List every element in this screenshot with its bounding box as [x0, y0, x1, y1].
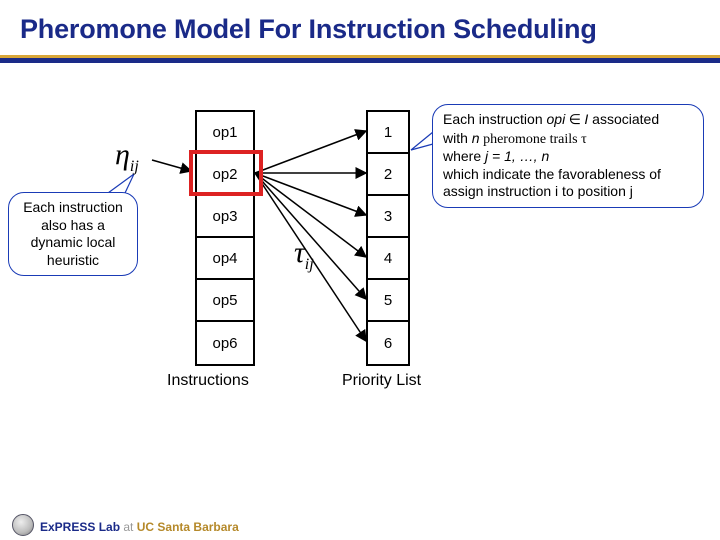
callout-right-text: where: [443, 148, 485, 164]
divider-navy: [0, 58, 720, 63]
op-cell: op6: [197, 322, 253, 364]
op-cell: op3: [197, 196, 253, 238]
priority-cell: 1: [368, 112, 408, 154]
eta-symbol: ηij: [115, 138, 139, 176]
callout-right-opi: opi: [547, 111, 566, 127]
page-title: Pheromone Model For Instruction Scheduli…: [0, 0, 720, 55]
footer-lab: ExPRESS Lab at UC Santa Barbara: [40, 520, 239, 534]
callout-right-n: n: [472, 130, 480, 146]
priority-label: Priority List: [342, 372, 421, 390]
tau-sub: ij: [305, 256, 314, 273]
callout-right-text: with: [443, 130, 472, 146]
eta-sub: ij: [130, 158, 139, 175]
tau-symbol: τij: [294, 236, 314, 274]
priority-column: 1 2 3 4 5 6: [366, 110, 410, 366]
seal-icon: [12, 514, 34, 536]
diagram-stage: ηij τij op1 op2 op3 op4 op5 op6 1 2 3 4 …: [0, 72, 720, 502]
footer: ExPRESS Lab at UC Santa Barbara: [0, 510, 720, 540]
callout-right-text: pheromone trails τ: [480, 132, 587, 147]
callout-right-text: which indicate the favorableness of assi…: [443, 166, 661, 200]
callout-left: Each instruction also has a dynamic loca…: [8, 192, 138, 276]
footer-ucsb: UC Santa Barbara: [137, 520, 239, 534]
tau-char: τ: [294, 236, 305, 269]
priority-cell: 3: [368, 196, 408, 238]
instructions-column: op1 op2 op3 op4 op5 op6: [195, 110, 255, 366]
eta-char: η: [115, 138, 130, 171]
op-cell: op5: [197, 280, 253, 322]
callout-right-in: ∈: [565, 113, 584, 128]
priority-cell: 6: [368, 322, 408, 364]
op-cell: op4: [197, 238, 253, 280]
footer-at: at: [120, 520, 137, 534]
callout-right-text: associated: [588, 111, 659, 127]
highlight-box: [189, 150, 263, 196]
callout-right-j: j = 1, …, n: [485, 148, 549, 164]
op-cell: op1: [197, 112, 253, 154]
callout-right-text: Each instruction: [443, 111, 547, 127]
priority-cell: 2: [368, 154, 408, 196]
instructions-label: Instructions: [167, 372, 249, 390]
priority-cell: 4: [368, 238, 408, 280]
callout-right: Each instruction opi ∈ I associated with…: [432, 104, 704, 208]
footer-lab-name: ExPRESS Lab: [40, 520, 120, 534]
priority-cell: 5: [368, 280, 408, 322]
